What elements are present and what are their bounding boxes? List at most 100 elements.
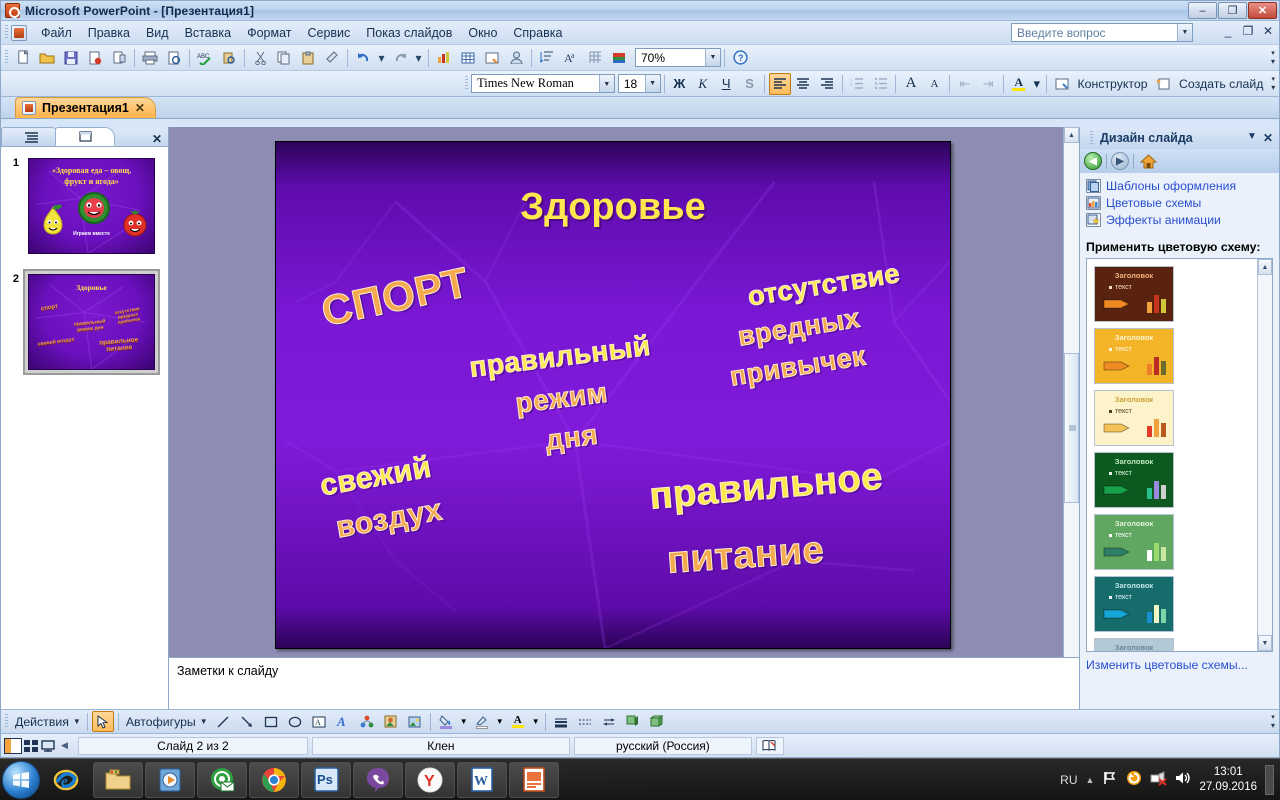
spelling-icon[interactable]: ABC xyxy=(194,47,216,69)
email-icon[interactable] xyxy=(108,47,130,69)
thumbnail-frame[interactable]: «Здоровая еда – овощ, фрукт и ягода» Игр… xyxy=(23,153,160,259)
color-scheme-option[interactable]: Заголовок текст xyxy=(1094,266,1174,322)
link-color-schemes[interactable]: Цветовые схемы xyxy=(1086,196,1275,210)
grid-icon[interactable] xyxy=(584,47,606,69)
3d-style-icon[interactable] xyxy=(646,711,668,732)
new-slide-label[interactable]: Создать слайд xyxy=(1175,77,1267,91)
list-item[interactable]: 1 «Здоровая еда – овощ, фрукт и ягода» И… xyxy=(5,153,164,259)
arrow-icon[interactable] xyxy=(236,711,258,732)
slide-thumbnail-2[interactable]: Здоровье спорт правильный режим дня отсу… xyxy=(28,274,155,370)
shadow-style-icon[interactable] xyxy=(622,711,644,732)
align-left-button[interactable] xyxy=(769,72,791,95)
undo-icon[interactable] xyxy=(352,47,374,69)
close-button[interactable]: ✕ xyxy=(1248,2,1277,19)
formatting-toolbar-grip[interactable] xyxy=(465,76,469,91)
view-slideshow-button[interactable] xyxy=(40,738,56,754)
line-icon[interactable] xyxy=(212,711,234,732)
scroll-thumb[interactable] xyxy=(1064,353,1079,503)
new-icon[interactable] xyxy=(12,47,34,69)
undo-dropdown-icon[interactable]: ▾ xyxy=(376,47,387,69)
standard-toolbar-grip[interactable] xyxy=(5,50,8,65)
italic-button[interactable]: К xyxy=(692,73,713,95)
increase-indent-button[interactable]: ⇥ xyxy=(978,73,999,95)
color-scheme-option[interactable]: Заголовок текст xyxy=(1094,328,1174,384)
scroll-up-button[interactable]: ▲ xyxy=(1258,259,1272,275)
ask-a-question-box[interactable]: Введите вопрос ▼ xyxy=(1011,23,1193,42)
toolbar-overflow-button[interactable]: ▾ ▾ xyxy=(1267,47,1279,69)
view-normal-button[interactable] xyxy=(4,737,22,754)
document-tab[interactable]: Презентация1 ✕ xyxy=(15,97,156,118)
font-name-combo[interactable]: Times New Roman ▼ xyxy=(471,74,615,93)
rectangle-icon[interactable] xyxy=(260,711,282,732)
print-preview-icon[interactable] xyxy=(163,47,185,69)
close-pane-icon[interactable]: ✕ xyxy=(152,132,162,146)
font-color-button[interactable]: A xyxy=(1008,73,1029,95)
show-hidden-icons-button[interactable]: ▲ xyxy=(1086,775,1095,785)
wordart-icon[interactable]: A xyxy=(332,711,354,732)
slide-scrollbar[interactable]: ▲ ▼ ▲ ▼ xyxy=(1063,127,1079,711)
zoom-combo[interactable]: 70% ▼ xyxy=(635,48,721,67)
taskbar-mail-client[interactable] xyxy=(197,761,247,798)
line-color-dropdown-icon[interactable]: ▼ xyxy=(495,711,505,732)
color-schemes-grid[interactable]: Заголовок текст Заголовок текст Заголовок тек… xyxy=(1087,259,1257,651)
chart-icon[interactable] xyxy=(433,47,455,69)
picture-icon[interactable] xyxy=(404,711,426,732)
update-icon[interactable] xyxy=(1126,770,1142,789)
volume-icon[interactable] xyxy=(1175,771,1191,788)
taskbar-microsoft-powerpoint[interactable] xyxy=(509,761,559,798)
spellcheck-status-icon[interactable] xyxy=(755,736,784,755)
chevron-down-icon[interactable]: ▼ xyxy=(598,75,614,92)
clock[interactable]: 13:01 27.09.2016 xyxy=(1199,765,1257,794)
thumbnail-frame-selected[interactable]: Здоровье спорт правильный режим дня отсу… xyxy=(23,269,160,375)
font-size-combo[interactable]: 18 ▼ xyxy=(617,74,661,93)
new-slide-icon[interactable] xyxy=(1153,73,1174,95)
menu-file[interactable]: Файл xyxy=(33,23,80,43)
back-icon[interactable]: ◀ xyxy=(1084,152,1102,170)
save-icon[interactable] xyxy=(60,47,82,69)
status-language[interactable]: русский (Россия) xyxy=(573,736,752,755)
show-formatting-icon[interactable]: Aa xyxy=(560,47,582,69)
taskbar-photoshop[interactable]: Ps xyxy=(301,761,351,798)
forward-icon[interactable]: ▶ xyxy=(1111,152,1129,170)
formatting-overflow-button[interactable]: ▾ ▾ xyxy=(1267,73,1279,95)
scroll-track[interactable] xyxy=(1258,275,1272,635)
slide-thumbnail-1[interactable]: «Здоровая еда – овощ, фрукт и ягода» Игр… xyxy=(28,158,155,254)
shadow-button[interactable]: S xyxy=(739,73,760,95)
menu-window[interactable]: Окно xyxy=(460,23,505,43)
underline-button[interactable]: Ч xyxy=(715,73,736,95)
menu-grip[interactable] xyxy=(5,25,8,40)
grow-font-button[interactable]: A xyxy=(900,73,921,95)
redo-icon[interactable] xyxy=(389,47,411,69)
fill-color-dropdown-icon[interactable]: ▼ xyxy=(459,711,469,732)
table-icon[interactable] xyxy=(457,47,479,69)
clipart-icon[interactable] xyxy=(380,711,402,732)
taskbar-media-player[interactable] xyxy=(145,761,195,798)
menu-view[interactable]: Вид xyxy=(138,23,177,43)
permission-icon[interactable] xyxy=(84,47,106,69)
wordart-dnya[interactable]: дня xyxy=(543,418,600,456)
doc-minimize-button[interactable]: _ xyxy=(1221,24,1235,38)
schemes-scrollbar[interactable]: ▲ ▼ xyxy=(1257,259,1272,651)
align-center-button[interactable] xyxy=(793,73,814,95)
close-icon[interactable]: ✕ xyxy=(135,101,145,115)
font-color-dropdown-icon[interactable]: ▼ xyxy=(531,711,541,732)
view-slide-sorter-button[interactable] xyxy=(23,738,39,754)
color-scheme-option[interactable]: Заголовок текст xyxy=(1094,452,1174,508)
drawing-overflow-button[interactable]: ▾ ▾ xyxy=(1267,711,1279,733)
chevron-down-icon[interactable]: ▼ xyxy=(200,717,208,726)
scroll-track[interactable] xyxy=(1064,503,1079,663)
slide-title[interactable]: Здоровье xyxy=(276,186,950,229)
designer-icon[interactable] xyxy=(1051,73,1072,95)
fill-color-icon[interactable] xyxy=(435,711,457,732)
scroll-up-button[interactable]: ▲ xyxy=(1064,127,1079,143)
chevron-down-icon[interactable]: ▼ xyxy=(705,49,720,66)
language-indicator[interactable]: RU xyxy=(1060,773,1077,787)
cut-icon[interactable] xyxy=(249,47,271,69)
color-scheme-option[interactable]: Заголовок текст xyxy=(1094,390,1174,446)
shrink-font-button[interactable]: A xyxy=(924,73,945,95)
menu-help[interactable]: Справка xyxy=(505,23,570,43)
network-icon[interactable] xyxy=(1150,770,1168,789)
restore-button[interactable]: ❐ xyxy=(1218,2,1247,19)
textbox-icon[interactable]: A xyxy=(308,711,330,732)
menu-edit[interactable]: Правка xyxy=(80,23,138,43)
